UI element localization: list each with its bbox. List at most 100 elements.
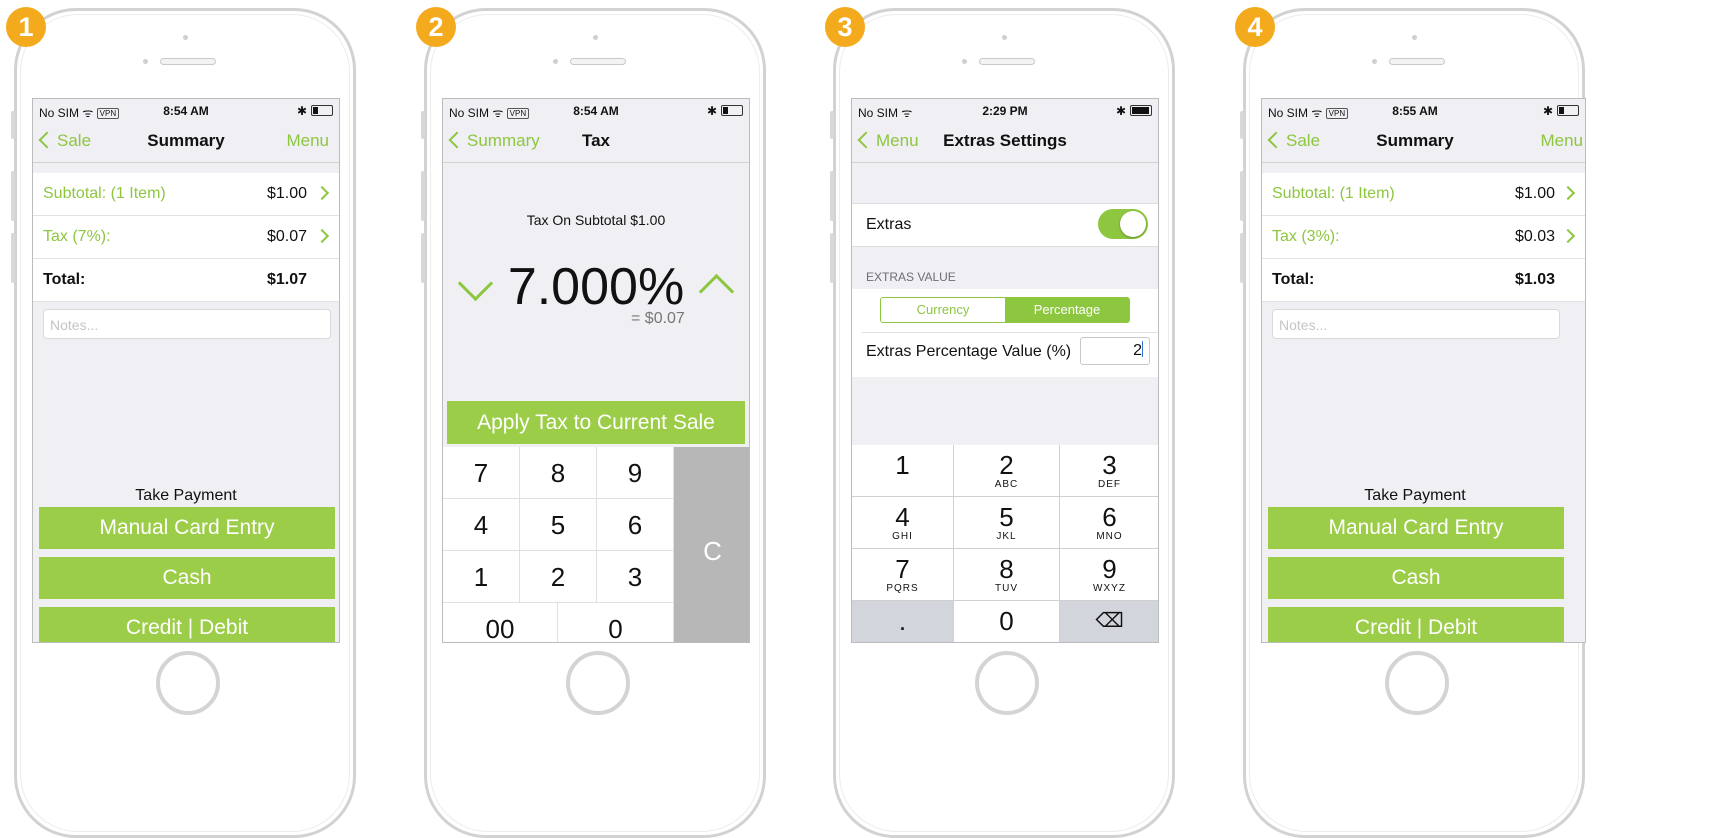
key-2[interactable]: 2 <box>520 551 597 603</box>
front-camera <box>1002 35 1007 40</box>
percentage-value-input[interactable]: 2 <box>1080 337 1150 365</box>
volume-up-button <box>11 171 15 221</box>
key-6[interactable]: 6 <box>597 499 674 551</box>
home-button[interactable] <box>975 651 1039 715</box>
volume-down-button <box>421 233 425 283</box>
chevron-right-icon <box>314 228 330 244</box>
kb-key-digit: 5 <box>999 502 1014 532</box>
kb-key-4[interactable]: 4 GHI <box>852 497 954 549</box>
apply-tax-button[interactable]: Apply Tax to Current Sale <box>447 401 745 444</box>
volume-down-button <box>1240 233 1244 283</box>
tax-label: Tax (3%): <box>1272 228 1340 245</box>
tax-row[interactable]: Tax (7%): $0.07 <box>33 216 339 259</box>
credit-debit-button[interactable]: Credit | Debit <box>39 607 335 642</box>
battery-icon <box>721 105 743 116</box>
manual-card-entry-button[interactable]: Manual Card Entry <box>39 507 335 549</box>
kb-key-1[interactable]: 1 <box>852 445 954 497</box>
step-badge-1: 1 <box>6 7 46 47</box>
extras-toggle[interactable] <box>1098 209 1148 239</box>
subtotal-value: $1.00 <box>266 185 307 202</box>
key-7[interactable]: 7 <box>443 447 520 499</box>
segment-currency[interactable]: Currency <box>881 298 1005 322</box>
kb-key-letters: ABC <box>994 479 1019 490</box>
key-3[interactable]: 3 <box>597 551 674 603</box>
navigation-bar: Sale Summary Menu <box>33 119 339 163</box>
battery-icon <box>311 105 333 116</box>
key-8[interactable]: 8 <box>520 447 597 499</box>
screen-summary: No SIM ᯤ VPN 8:54 AM ✱ Sale Summary Menu… <box>32 98 340 643</box>
bluetooth-icon: ✱ <box>706 104 717 118</box>
backspace-icon: ⌫ <box>1095 610 1124 632</box>
kb-key-2[interactable]: 2 ABC <box>954 445 1060 497</box>
kb-key-letters: WXYZ <box>1093 583 1126 594</box>
key-00[interactable]: 00 <box>443 603 558 642</box>
key-1[interactable]: 1 <box>443 551 520 603</box>
bluetooth-icon: ✱ <box>296 104 307 118</box>
total-label: Total: <box>43 271 86 288</box>
extras-label: Extras <box>866 216 912 233</box>
mute-switch <box>11 111 15 139</box>
kb-key-6[interactable]: 6 MNO <box>1060 497 1158 549</box>
kb-key-digit: 6 <box>1102 502 1117 532</box>
earpiece-speaker <box>570 58 626 65</box>
kb-key-9[interactable]: 9 WXYZ <box>1060 549 1158 601</box>
key-9[interactable]: 9 <box>597 447 674 499</box>
chevron-right-icon <box>1560 228 1576 244</box>
key-5[interactable]: 5 <box>520 499 597 551</box>
kb-key-digit: 9 <box>1102 554 1117 584</box>
cash-button[interactable]: Cash <box>1268 557 1564 599</box>
notes-field[interactable]: Notes... <box>43 309 331 339</box>
subtotal-row[interactable]: Subtotal: (1 Item) $1.00 <box>33 173 339 216</box>
tax-row[interactable]: Tax (3%): $0.03 <box>1262 216 1585 259</box>
screen-summary-updated: No SIM ᯤ VPN 8:55 AM ✱ Sale Summary Menu… <box>1261 98 1586 643</box>
phone-1-frame: No SIM ᯤ VPN 8:54 AM ✱ Sale Summary Menu… <box>11 8 356 838</box>
kb-key-8[interactable]: 8 TUV <box>954 549 1060 601</box>
home-button[interactable] <box>566 651 630 715</box>
clock: 2:29 PM <box>982 104 1028 118</box>
notes-field[interactable]: Notes... <box>1272 309 1560 339</box>
kb-key-3[interactable]: 3 DEF <box>1060 445 1158 497</box>
clear-key[interactable]: C <box>674 447 749 642</box>
chevron-right-icon <box>1560 185 1576 201</box>
earpiece-speaker <box>979 58 1035 65</box>
segment-percentage[interactable]: Percentage <box>1005 298 1129 322</box>
menu-button[interactable]: Menu <box>286 119 329 163</box>
tax-value: $0.03 <box>1514 228 1555 245</box>
kb-delete-key[interactable]: ⌫ <box>1060 601 1158 642</box>
navigation-bar: Menu Extras Settings <box>852 119 1158 163</box>
key-4[interactable]: 4 <box>443 499 520 551</box>
kb-key-decimal[interactable]: . <box>852 601 954 642</box>
home-button[interactable] <box>1385 651 1449 715</box>
numeric-keyboard: 1 2 ABC 3 DEF 4 GHI 5 JKL 6 MNO 7 PQRS 8 TUV 9W… <box>852 445 1158 642</box>
kb-key-digit: 2 <box>999 450 1014 480</box>
step-badge-4: 4 <box>1235 7 1275 47</box>
kb-key-0[interactable]: 0 <box>954 601 1060 642</box>
tax-value: $0.07 <box>266 228 307 245</box>
subtotal-row[interactable]: Subtotal: (1 Item) $1.00 <box>1262 173 1585 216</box>
percentage-value-label: Extras Percentage Value (%) <box>866 343 1072 360</box>
proximity-sensor <box>553 59 558 64</box>
status-bar: No SIM ᯤ 2:29 PM ✱ <box>852 99 1158 120</box>
kb-key-letters: JKL <box>996 531 1017 542</box>
proximity-sensor <box>962 59 967 64</box>
proximity-sensor <box>1372 59 1377 64</box>
home-button[interactable] <box>156 651 220 715</box>
kb-key-5[interactable]: 5 JKL <box>954 497 1060 549</box>
percentage-value-text: 2 <box>1133 342 1142 359</box>
key-0[interactable]: 0 <box>558 603 674 642</box>
subtotal-label: Subtotal: (1 Item) <box>1272 185 1395 202</box>
cash-button[interactable]: Cash <box>39 557 335 599</box>
total-row: Total: $1.03 <box>1262 259 1585 302</box>
volume-up-button <box>421 171 425 221</box>
kb-key-7[interactable]: 7 PQRS <box>852 549 954 601</box>
front-camera <box>1412 35 1417 40</box>
step-badge-2: 2 <box>416 7 456 47</box>
clock: 8:55 AM <box>1392 104 1438 118</box>
credit-debit-button[interactable]: Credit | Debit <box>1268 607 1564 642</box>
manual-card-entry-button[interactable]: Manual Card Entry <box>1268 507 1564 549</box>
tax-label: Tax (7%): <box>43 228 111 245</box>
battery-icon <box>1557 105 1579 116</box>
chevron-right-icon <box>314 185 330 201</box>
proximity-sensor <box>143 59 148 64</box>
menu-button[interactable]: Menu <box>1540 119 1583 163</box>
